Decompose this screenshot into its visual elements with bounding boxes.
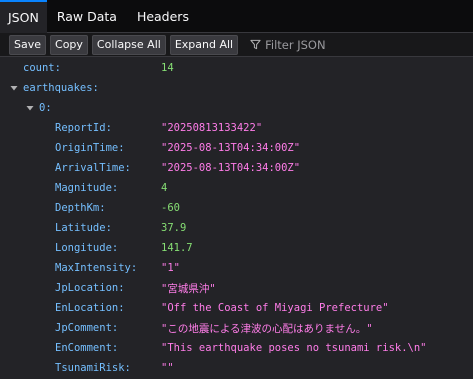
tab-bar: JSON Raw Data Headers [0,0,473,33]
json-key: OriginTime: [55,142,125,154]
json-value: "" [161,362,174,374]
json-value: 4 [161,182,168,194]
tree-row[interactable]: JpLocation: "宮城県沖" [0,278,473,298]
tree-row[interactable]: ArrivalTime: "2025-08-13T04:34:00Z" [0,158,473,178]
json-key: ArrivalTime: [55,162,131,174]
toolbar: Save Copy Collapse All Expand All [0,33,473,57]
json-key: EnLocation: [55,302,125,314]
json-value: "2025-08-13T04:34:00Z" [161,162,301,174]
json-key: JpComment: [55,322,119,334]
json-tree: count: 14 earthquakes: 0: ReportId: "2025… [0,58,473,379]
json-value: "1" [161,262,180,274]
tab-json[interactable]: JSON [0,0,47,33]
json-key: earthquakes: [23,82,99,94]
json-key: 0: [39,102,52,114]
json-value: "この地震による津波の心配はありません。" [161,322,373,335]
filter-box[interactable] [250,37,473,52]
chevron-down-icon[interactable] [25,103,35,113]
json-key: MaxIntensity: [55,262,138,274]
tree-row[interactable]: TsunamiRisk: "" [0,358,473,378]
tree-row[interactable]: Longitude: 141.7 [0,238,473,258]
json-key: EnComment: [55,342,119,354]
tree-row[interactable]: DepthKm: -60 [0,198,473,218]
json-key: count: [23,62,61,74]
json-key: JpLocation: [55,282,125,294]
tree-row[interactable]: EnComment: "This earthquake poses no tsun… [0,338,473,358]
chevron-down-icon[interactable] [9,83,19,93]
tree-row[interactable]: OriginTime: "2025-08-13T04:34:00Z" [0,138,473,158]
tree-row[interactable]: JpComment: "この地震による津波の心配はありません。" [0,318,473,338]
json-key: ReportId: [55,122,112,134]
tree-row[interactable]: Latitude: 37.9 [0,218,473,238]
tree-row[interactable]: MaxIntensity: "1" [0,258,473,278]
funnel-icon [250,39,261,50]
expand-all-button[interactable]: Expand All [169,34,239,55]
tab-raw-data[interactable]: Raw Data [47,0,127,33]
json-key: Longitude: [55,242,119,254]
json-value: -60 [161,202,180,214]
tree-row-item-0[interactable]: 0: [0,98,473,118]
json-value: 14 [161,62,174,74]
json-value: "20250813133422" [161,122,263,134]
json-key: TsunamiRisk: [55,362,131,374]
copy-button[interactable]: Copy [50,34,88,55]
json-key: Latitude: [55,222,112,234]
collapse-all-button[interactable]: Collapse All [91,34,166,55]
json-value: 141.7 [161,242,193,254]
filter-json-input[interactable] [265,37,473,52]
tree-row[interactable]: Magnitude: 4 [0,178,473,198]
json-key: Magnitude: [55,182,119,194]
json-value: 37.9 [161,222,187,234]
json-key: DepthKm: [55,202,106,214]
tree-row[interactable]: ReportId: "20250813133422" [0,118,473,138]
json-value: "This earthquake poses no tsunami risk.\… [161,342,427,354]
json-value: "宮城県沖" [161,282,216,295]
tree-row-earthquakes[interactable]: earthquakes: [0,78,473,98]
tree-row-count[interactable]: count: 14 [0,58,473,78]
json-value: "Off the Coast of Miyagi Prefecture" [161,302,389,314]
json-value: "2025-08-13T04:34:00Z" [161,142,301,154]
tab-headers[interactable]: Headers [127,0,199,33]
tree-row[interactable]: EnLocation: "Off the Coast of Miyagi Pref… [0,298,473,318]
save-button[interactable]: Save [9,34,47,55]
